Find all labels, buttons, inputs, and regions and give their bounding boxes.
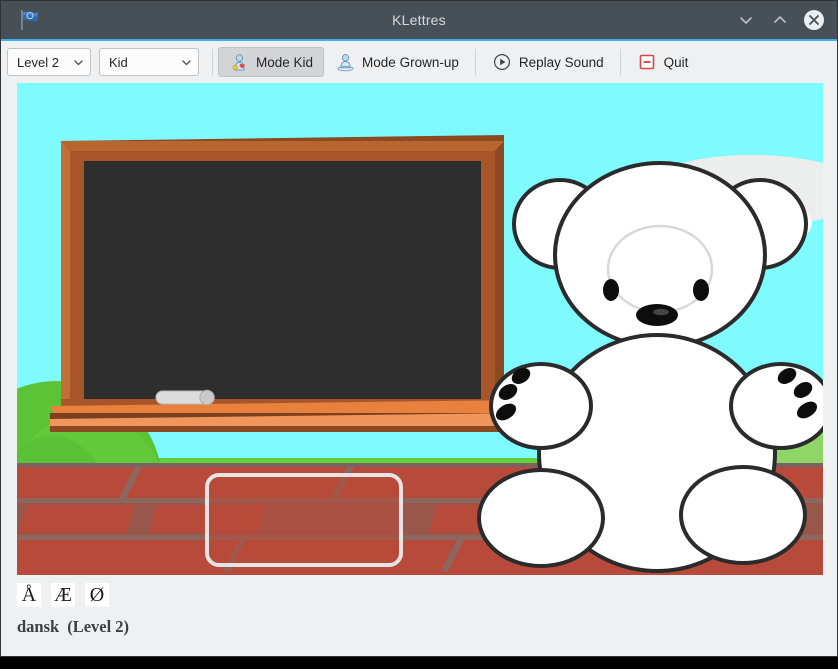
quit-label: Quit: [663, 54, 689, 70]
replay-sound-label: Replay Sound: [518, 54, 604, 70]
toolbar-separator: [619, 49, 621, 75]
maximize-button[interactable]: [769, 9, 791, 31]
close-button[interactable]: [803, 9, 825, 31]
quit-minus-icon: [637, 52, 657, 72]
language-select[interactable]: Kid: [99, 48, 199, 76]
special-char-ae[interactable]: Æ: [51, 583, 75, 607]
mode-grownup-button[interactable]: Mode Grown-up: [324, 47, 470, 77]
mode-grownup-label: Mode Grown-up: [362, 54, 459, 70]
answer-input: [205, 473, 403, 567]
status-language: dansk: [17, 617, 60, 636]
status-level: (Level 2): [67, 617, 130, 636]
scene-graphic: [17, 83, 823, 575]
blackboard: [50, 135, 520, 432]
bear-eye-left: [603, 279, 619, 301]
replay-sound-button[interactable]: Replay Sound: [481, 47, 615, 77]
klettres-window: KLettres Level 2 Kid Mode Kid Mode Grown…: [0, 0, 838, 657]
language-select-value: Kid: [109, 54, 128, 70]
toolbar-separator: [212, 49, 213, 75]
minimize-button[interactable]: [735, 9, 757, 31]
special-char-o-slash[interactable]: Ø: [85, 583, 109, 607]
bear-foot-left: [477, 468, 605, 568]
chalk-eraser: [155, 389, 215, 406]
bear-eye-right: [693, 279, 709, 301]
special-characters-bar: Å Æ Ø: [17, 581, 821, 609]
board-surface: [84, 161, 481, 399]
teddy-bear: [477, 161, 823, 573]
flag-icon: [17, 7, 43, 33]
bottom-bar: Å Æ Ø dansk (Level 2): [1, 575, 837, 656]
chevron-down-icon: [173, 57, 192, 68]
bear-foot-right: [679, 465, 807, 565]
grownup-person-icon: [335, 52, 355, 72]
titlebar: KLettres: [1, 1, 837, 41]
mode-kid-button[interactable]: Mode Kid: [218, 47, 325, 77]
toolbar-separator: [474, 49, 476, 75]
level-select[interactable]: Level 2: [7, 48, 91, 76]
mode-kid-label: Mode Kid: [256, 54, 314, 70]
quit-button[interactable]: Quit: [626, 47, 700, 77]
bear-nose: [636, 304, 678, 326]
window-controls: [735, 9, 829, 31]
level-select-value: Level 2: [17, 54, 59, 70]
toolbar: Level 2 Kid Mode Kid Mode Grown-up Repla…: [1, 41, 837, 83]
special-char-a-ring[interactable]: Å: [17, 583, 41, 607]
chevron-down-icon: [65, 57, 84, 68]
status-bar: dansk (Level 2): [17, 617, 821, 637]
kid-person-icon: [229, 52, 249, 72]
window-title: KLettres: [392, 12, 446, 28]
game-scene: [17, 83, 823, 575]
play-circle-icon: [492, 52, 512, 72]
